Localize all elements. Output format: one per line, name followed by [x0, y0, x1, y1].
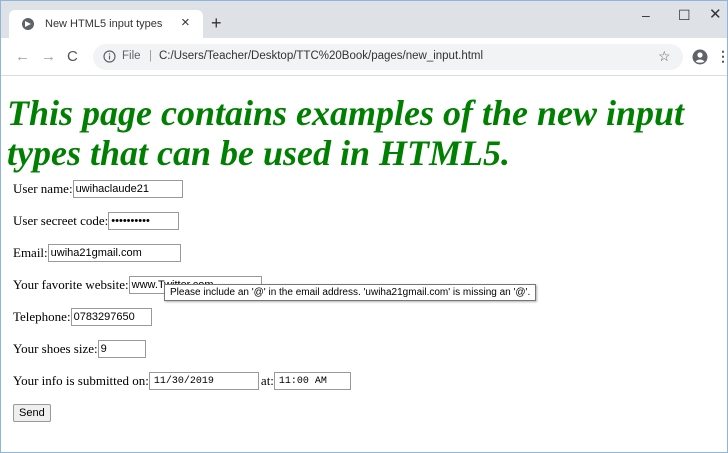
globe-icon [22, 18, 34, 30]
username-input[interactable]: uwihaclaude21 [72, 180, 183, 198]
shoes-size-input[interactable]: 9 [97, 340, 146, 358]
email-input[interactable]: uwiha21gmail.com [47, 244, 181, 262]
new-tab-button[interactable]: + [211, 14, 222, 32]
scheme-label: File [122, 50, 141, 62]
username-row: User name: uwihaclaude21 [13, 179, 725, 199]
back-arrow-icon[interactable]: ← [15, 49, 30, 65]
shoes-size-label: Your shoes size: [13, 341, 98, 356]
email-row: Email: uwiha21gmail.com [13, 243, 725, 263]
email-label: Email: [13, 245, 48, 260]
website-label: Your favorite website: [13, 277, 129, 292]
send-row: Send [13, 403, 725, 423]
profile-avatar-icon[interactable] [692, 49, 708, 65]
telephone-row: Telephone: 0783297650 [13, 307, 725, 327]
secret-code-input[interactable]: •••••••••• [108, 212, 180, 230]
tab-close-icon[interactable]: × [181, 15, 190, 31]
maximize-button[interactable]: ☐ [678, 7, 691, 23]
at-label: at: [260, 373, 274, 388]
tab-new-html5-input-types[interactable]: New HTML5 input types × [9, 10, 203, 38]
secret-code-label: User secreet code: [13, 213, 109, 228]
secret-code-row: User secreet code: •••••••••• [13, 211, 725, 231]
url-text[interactable]: C:/Users/Teacher/Desktop/TTC%20Book/page… [159, 50, 483, 62]
email-validation-tooltip: Please include an '@' in the email addre… [164, 284, 537, 301]
tab-strip: New HTML5 input types × + – ☐ ✕ [1, 1, 727, 38]
kebab-menu-icon[interactable]: ⋮ [716, 48, 728, 65]
minimize-button[interactable]: – [642, 7, 650, 23]
url-separator: | [149, 50, 152, 62]
submitted-on-label: Your info is submitted on: [13, 373, 149, 388]
close-window-button[interactable]: ✕ [709, 7, 722, 23]
telephone-input[interactable]: 0783297650 [70, 308, 152, 326]
info-icon[interactable] [103, 50, 116, 63]
bookmark-star-icon[interactable]: ☆ [658, 48, 671, 65]
page-heading: This page contains examples of the new i… [7, 93, 685, 173]
tab-title: New HTML5 input types [45, 18, 163, 30]
send-button[interactable]: Send [13, 404, 51, 422]
date-input[interactable]: 11/30/2019 [148, 372, 259, 390]
browser-toolbar: ← → C File | C:/Users/Teacher/Desktop/TT… [1, 38, 728, 76]
time-input[interactable]: 11:00 AM [273, 372, 351, 390]
shoes-size-row: Your shoes size: 9 [13, 339, 725, 359]
telephone-label: Telephone: [13, 309, 71, 324]
forward-arrow-icon[interactable]: → [41, 49, 56, 65]
reload-icon[interactable]: C [67, 49, 78, 65]
username-label: User name: [13, 181, 73, 196]
submitted-on-row: Your info is submitted on: 11/30/2019 at… [13, 371, 725, 391]
address-bar[interactable]: File | C:/Users/Teacher/Desktop/TTC%20Bo… [93, 44, 683, 70]
page-content: This page contains examples of the new i… [7, 77, 725, 435]
browser-window: New HTML5 input types × + – ☐ ✕ ← → C Fi… [0, 0, 728, 453]
